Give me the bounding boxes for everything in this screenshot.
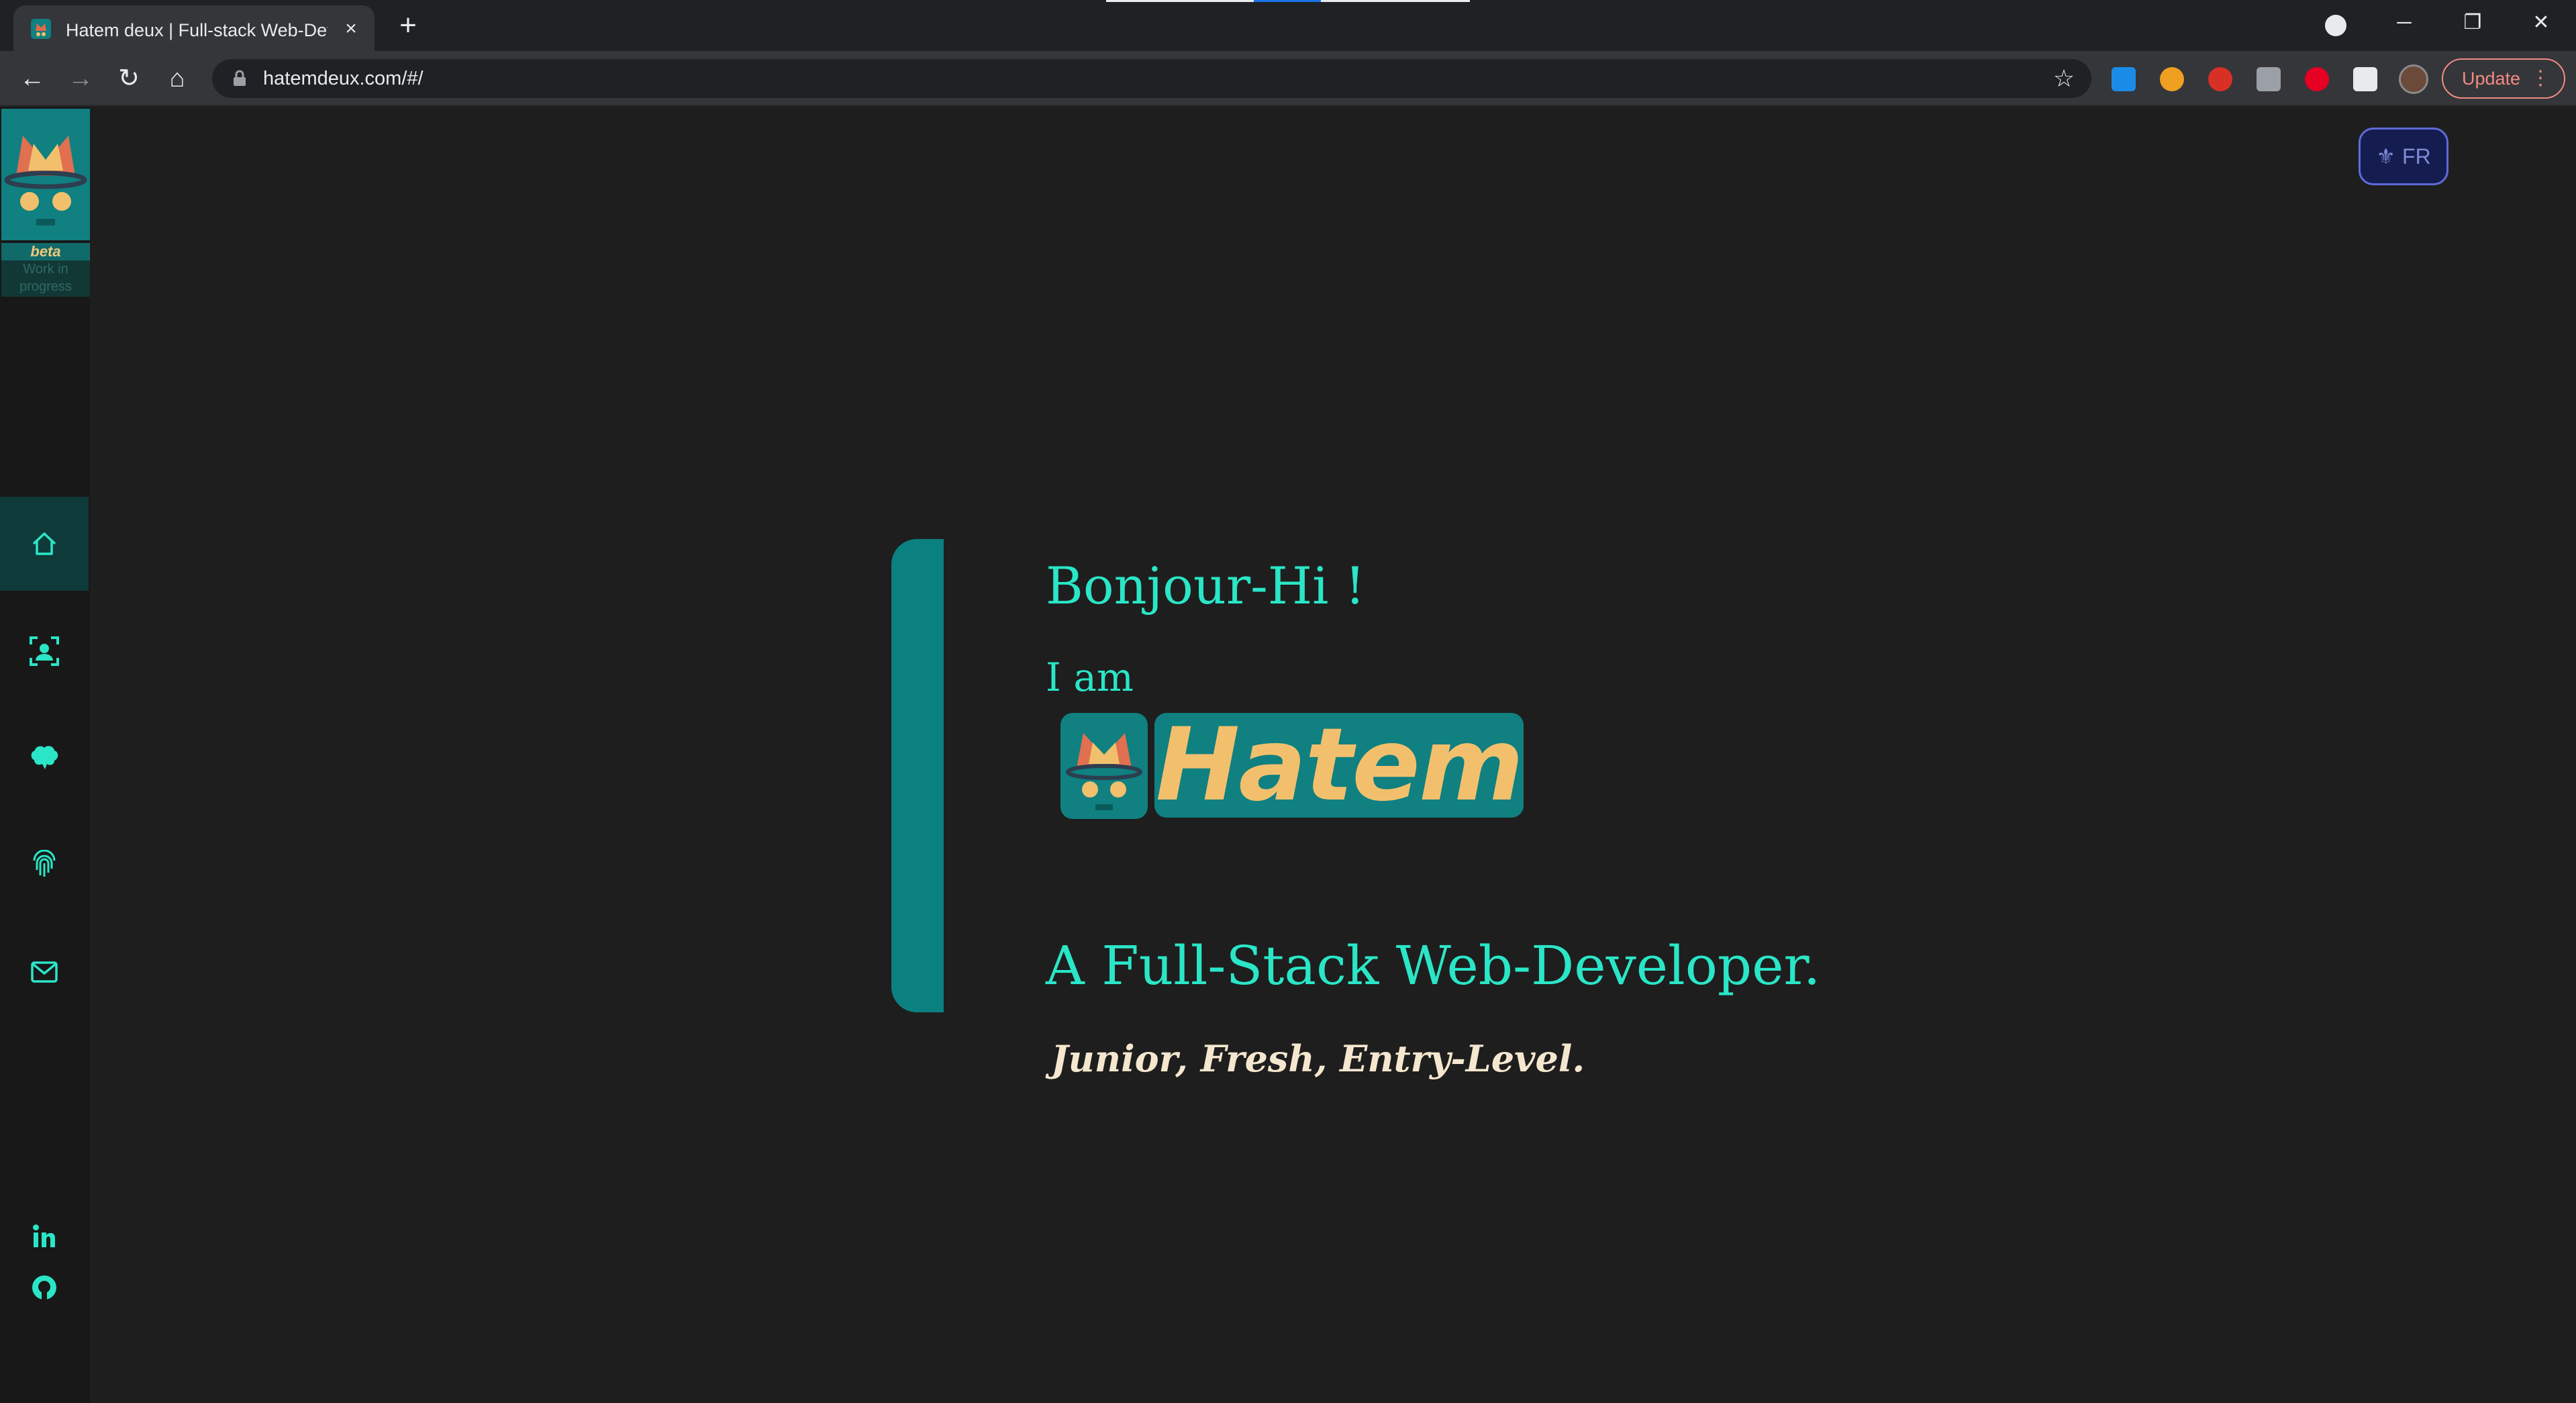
hero-tagline: Junior, Fresh, Entry-Level. xyxy=(1051,1037,1585,1080)
bookmark-star-icon[interactable]: ☆ xyxy=(2051,66,2077,91)
language-toggle-button[interactable]: ⚜ FR xyxy=(2359,128,2448,185)
hero-name: Hatem xyxy=(1155,707,1524,824)
page-body: beta Work in progress ⚜ FR Bonjour-Hi ! … xyxy=(0,107,2576,1403)
beta-badge: beta xyxy=(1,243,90,260)
pinterest-extension-icon[interactable] xyxy=(2305,67,2329,91)
about-icon xyxy=(30,636,59,666)
work-in-progress-note: Work in progress xyxy=(1,260,90,297)
new-tab-button[interactable]: + xyxy=(392,9,424,42)
extension-plus-icon[interactable] xyxy=(2112,67,2136,91)
skills-brain-icon xyxy=(31,746,58,769)
back-button[interactable]: ← xyxy=(16,62,48,95)
tab-search-icon[interactable] xyxy=(2325,15,2346,36)
github-icon[interactable] xyxy=(30,1273,59,1302)
top-progress-stripe xyxy=(1106,0,1254,2)
site-favicon-icon xyxy=(31,19,51,39)
sidebar-item-home[interactable] xyxy=(0,497,89,591)
reload-button[interactable]: ↻ xyxy=(113,62,145,95)
extension-red-hand-icon[interactable] xyxy=(2208,67,2232,91)
linkedin-icon[interactable] xyxy=(30,1222,59,1251)
update-button[interactable]: Update ⋮ xyxy=(2442,58,2565,99)
language-label: FR xyxy=(2402,144,2431,168)
hero-role: A Full-Stack Web-Developer. xyxy=(1046,934,1821,997)
tab-title: Hatem deux | Full-stack Web-Developer xyxy=(66,20,328,40)
mail-icon xyxy=(31,961,58,983)
extension-camera-icon[interactable] xyxy=(2257,67,2281,91)
hero-greeting: Bonjour-Hi ! xyxy=(1046,556,1366,616)
minimize-button[interactable]: ─ xyxy=(2377,5,2431,40)
top-progress-stripe-accent xyxy=(1254,0,1321,2)
update-label: Update xyxy=(2462,68,2521,89)
restore-button[interactable]: ❐ xyxy=(2446,5,2499,40)
address-bar[interactable]: hatemdeux.com/#/ ☆ xyxy=(212,59,2091,98)
forward-button[interactable]: → xyxy=(64,62,97,95)
home-icon xyxy=(32,532,56,555)
fingerprint-icon xyxy=(33,850,56,877)
tab-strip: Hatem deux | Full-stack Web-Developer × … xyxy=(0,0,2576,51)
close-window-button[interactable]: ✕ xyxy=(2514,5,2568,40)
sidebar-item-contact[interactable] xyxy=(0,925,89,1019)
sidebar-item-projects[interactable] xyxy=(0,818,89,912)
browser-toolbar: ← → ↻ ⌂ hatemdeux.com/#/ ☆ Update ⋮ xyxy=(0,51,2576,106)
sidebar-item-skills[interactable] xyxy=(0,710,89,804)
hero-intro: I am xyxy=(1046,655,1134,700)
extensions-puzzle-icon[interactable] xyxy=(2353,67,2377,91)
lock-icon xyxy=(234,70,246,86)
browser-tab[interactable]: Hatem deux | Full-stack Web-Developer × xyxy=(13,5,375,51)
home-button[interactable]: ⌂ xyxy=(161,62,193,95)
hero-name-box: Hatem xyxy=(1154,713,1524,818)
fleur-de-lis-icon: ⚜ xyxy=(2376,144,2396,168)
mascot-logo-icon xyxy=(1066,733,1142,810)
url-text[interactable]: hatemdeux.com/#/ xyxy=(263,59,424,98)
kebab-menu-icon[interactable]: ⋮ xyxy=(2530,60,2550,97)
hero-accent-bar xyxy=(891,539,944,1012)
mascot-logo-icon xyxy=(4,136,87,226)
extension-orange-icon[interactable] xyxy=(2160,67,2184,91)
sidebar: beta Work in progress xyxy=(0,107,90,1403)
profile-avatar[interactable] xyxy=(2399,64,2428,94)
hero-logo xyxy=(1060,713,1148,819)
sidebar-item-about[interactable] xyxy=(0,604,89,698)
site-logo[interactable] xyxy=(1,109,90,240)
tab-close-icon[interactable]: × xyxy=(340,17,362,40)
top-progress-stripe-end xyxy=(1321,0,1470,2)
